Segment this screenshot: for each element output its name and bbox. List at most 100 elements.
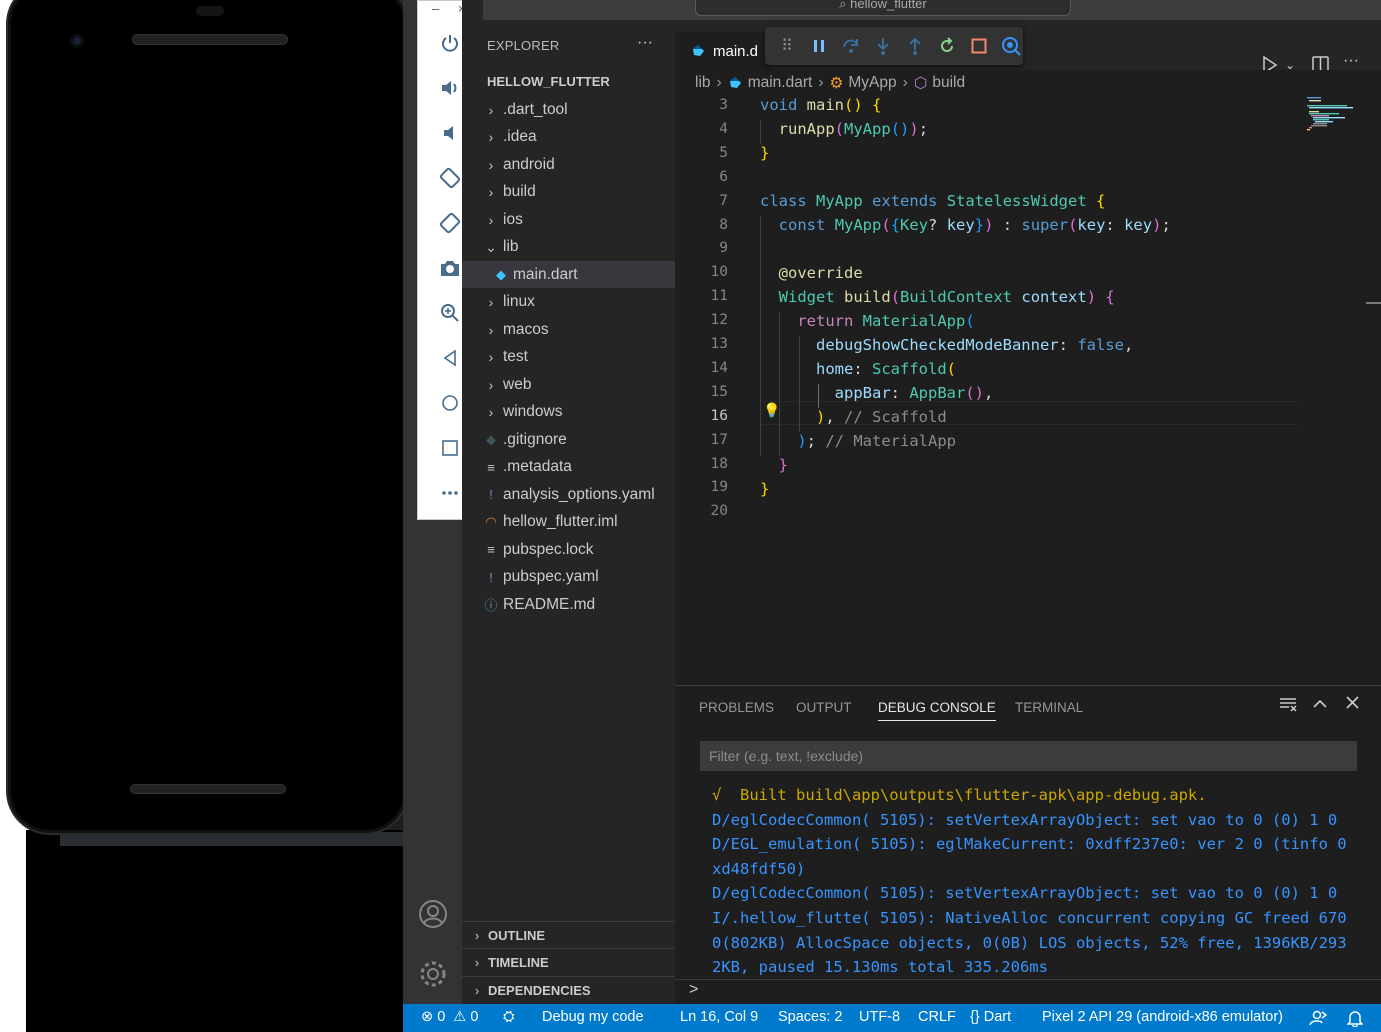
file-tree-item[interactable]: › macos [462, 316, 675, 343]
overview-icon[interactable] [436, 434, 464, 462]
text-file-icon: ≡ [487, 459, 495, 475]
project-folder-name[interactable]: HELLOW_FLUTTER [487, 74, 610, 89]
notifications-bell-icon[interactable] [1346, 1009, 1364, 1031]
maximize-panel-icon[interactable] [1313, 696, 1327, 714]
file-tree-item[interactable]: ≡ .metadata [462, 454, 675, 481]
tab-problems[interactable]: PROBLEMS [699, 700, 774, 715]
step-into-icon[interactable] [871, 34, 895, 58]
breadcrumb-folder[interactable]: lib [695, 74, 711, 92]
pause-icon[interactable] [807, 34, 831, 58]
zoom-icon[interactable] [436, 299, 464, 327]
console-filter-input[interactable]: Filter (e.g. text, !exclude) [700, 741, 1357, 771]
file-tree-item[interactable]: › ios [462, 206, 675, 233]
flutter-inspector-icon[interactable] [999, 34, 1023, 58]
file-tree-label: analysis_options.yaml [503, 485, 655, 503]
volume-down-icon[interactable] [436, 119, 464, 147]
file-tree-item[interactable]: ◆ .gitignore [462, 426, 675, 453]
more-icon[interactable] [436, 479, 464, 507]
tab-terminal[interactable]: TERMINAL [1015, 700, 1083, 715]
dart-file-icon [693, 45, 704, 56]
lightbulb-icon[interactable]: 💡 [763, 402, 780, 419]
file-tree-item[interactable]: ◠ hellow_flutter.iml [462, 509, 675, 536]
file-tree-item[interactable]: › android [462, 151, 675, 178]
command-center-search[interactable]: ⌕ hellow_flutter [695, 0, 1071, 16]
file-tree-item[interactable]: ! analysis_options.yaml [462, 481, 675, 508]
explorer-more-actions[interactable]: ··· [637, 34, 653, 52]
account-icon[interactable] [417, 898, 449, 930]
status-bar: ⊗ 0 ⚠ 0 ⛭ Debug my code Ln 16, Col 9 Spa… [403, 1004, 1381, 1032]
step-over-icon[interactable] [839, 34, 863, 58]
code-line: return MaterialApp( [797, 312, 975, 330]
file-tree-item[interactable]: ⌄ lib [462, 234, 675, 261]
line-number: 6 [719, 168, 728, 185]
file-tree-item[interactable]: › .dart_tool [462, 96, 675, 123]
console-line: D/eglCodecCommon( 5105): setVertexArrayO… [712, 884, 1338, 903]
file-tree-item[interactable]: › build [462, 179, 675, 206]
file-tree-label: android [503, 155, 555, 173]
file-tree-item[interactable]: › linux [462, 289, 675, 316]
git-file-icon: ◆ [486, 431, 496, 447]
problems-status[interactable]: ⊗ 0 ⚠ 0 [421, 1009, 478, 1025]
encoding[interactable]: UTF-8 [859, 1009, 900, 1025]
language-label: Dart [983, 1009, 1012, 1025]
emulator-minimize-button[interactable]: – [432, 1, 439, 16]
debug-icon[interactable]: ⛭ [503, 1009, 515, 1025]
rotate-left-icon[interactable] [436, 164, 464, 192]
line-number: 7 [719, 192, 728, 209]
clear-console-icon[interactable] [1279, 696, 1297, 717]
breadcrumb-class[interactable]: MyApp [848, 74, 896, 92]
tab-main-dart[interactable]: main.d [675, 32, 770, 70]
console-input-prompt[interactable]: > [689, 981, 698, 999]
camera-icon[interactable] [436, 254, 464, 282]
language-mode[interactable]: {} Dart [970, 1009, 1011, 1025]
timeline-section[interactable]: › TIMELINE [462, 948, 675, 975]
step-out-icon[interactable] [903, 34, 927, 58]
rotate-right-icon[interactable] [436, 209, 464, 237]
code-line: } [778, 456, 789, 474]
breadcrumb-method[interactable]: build [932, 74, 965, 92]
back-icon[interactable] [436, 344, 464, 372]
file-tree-item[interactable]: › .idea [462, 124, 675, 151]
drag-handle-icon[interactable]: ⠿ [775, 34, 799, 58]
outline-section[interactable]: › OUTLINE [462, 921, 675, 948]
file-tree-item[interactable]: › windows [462, 399, 675, 426]
android-emulator-phone[interactable] [6, 0, 409, 835]
volume-up-icon[interactable] [436, 74, 464, 102]
end-of-line[interactable]: CRLF [918, 1009, 956, 1025]
file-tree-label: .metadata [503, 458, 572, 475]
breadcrumb-file[interactable]: main.dart [748, 74, 813, 92]
file-tree-item[interactable]: ≡ pubspec.lock [462, 536, 675, 563]
code-editor[interactable]: 3 4 5 6 7 8 9 10 11 12 13 14 15 16 17 18 19 20 void main(… [675, 96, 1381, 685]
line-number: 12 [710, 312, 728, 329]
more-actions-icon[interactable]: ··· [1343, 52, 1359, 70]
file-tree-item[interactable]: ⓘ README.md [462, 591, 675, 618]
tab-output[interactable]: OUTPUT [796, 700, 852, 715]
folder-chevron-icon: › [488, 211, 494, 228]
line-number: 17 [710, 431, 728, 448]
live-share-icon[interactable] [1309, 1009, 1328, 1031]
tab-label: main.d [713, 42, 759, 60]
file-tree-item[interactable]: ! pubspec.yaml [462, 564, 675, 591]
cursor-position[interactable]: Ln 16, Col 9 [680, 1009, 758, 1025]
braces-icon: {} [970, 1009, 980, 1025]
restart-icon[interactable] [935, 34, 959, 58]
console-line: D/EGL_emulation( 5105): eglMakeCurrent: … [712, 835, 1347, 854]
settings-gear-icon[interactable] [417, 958, 449, 990]
close-panel-icon[interactable] [1346, 696, 1359, 714]
file-tree-item[interactable]: ◆ main.dart [462, 261, 675, 288]
device-selector[interactable]: Pixel 2 API 29 (android-x86 emulator) [1042, 1009, 1283, 1025]
minimap[interactable] [1305, 96, 1357, 136]
tab-debug-console[interactable]: DEBUG CONSOLE [878, 700, 996, 721]
file-tree-item[interactable]: › web [462, 371, 675, 398]
dependencies-section[interactable]: › DEPENDENCIES [462, 976, 675, 1003]
stop-icon[interactable] [967, 34, 991, 58]
file-tree-item[interactable]: › test [462, 344, 675, 371]
indentation[interactable]: Spaces: 2 [778, 1009, 843, 1025]
debug-config[interactable]: Debug my code [542, 1009, 644, 1025]
folder-chevron-icon: › [488, 156, 494, 173]
power-icon[interactable] [436, 29, 464, 57]
editor-scrollbar[interactable] [1366, 302, 1381, 304]
line-number: 11 [710, 288, 728, 305]
bottom-panel: PROBLEMS OUTPUT DEBUG CONSOLE TERMINAL F… [675, 685, 1381, 1004]
home-icon[interactable] [436, 389, 464, 417]
